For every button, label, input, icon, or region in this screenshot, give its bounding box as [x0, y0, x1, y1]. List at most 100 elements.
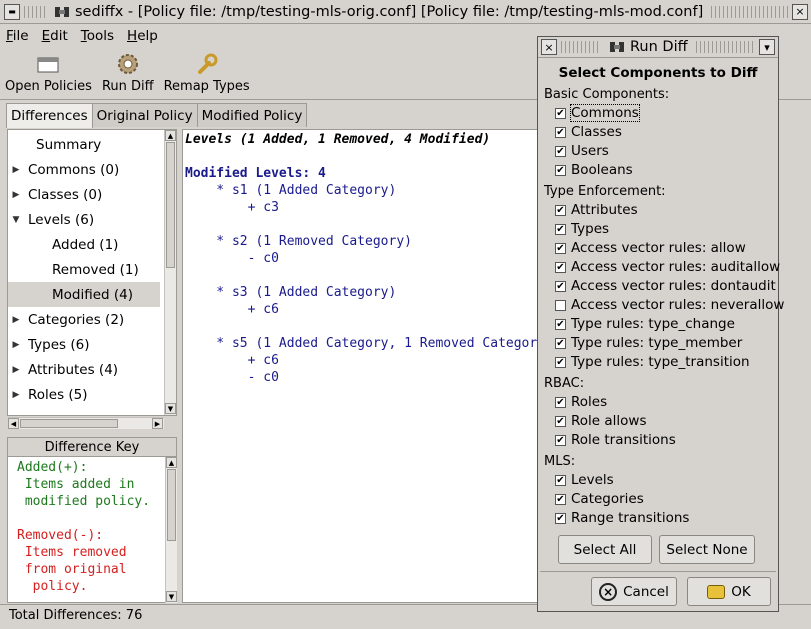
checkbox-checked-icon[interactable]: ✔	[555, 145, 566, 157]
window-titlebar[interactable]: ▬ sediffx - [Policy file: /tmp/testing-m…	[0, 0, 811, 24]
tree-item[interactable]: Added (1)	[8, 232, 160, 257]
remap-types-button[interactable]: Remap Types	[159, 49, 255, 97]
checkbox-checked-icon[interactable]: ✔	[555, 512, 566, 524]
collapsed-arrow-icon[interactable]: ▶	[10, 365, 22, 375]
tree-scroll-left-icon[interactable]: ◀	[8, 418, 19, 429]
key-scroll-up-icon[interactable]: ▲	[166, 457, 177, 468]
checkbox-checked-icon[interactable]: ✔	[555, 356, 566, 368]
cancel-button[interactable]: × Cancel	[591, 577, 677, 606]
tree-scroll-right-icon[interactable]: ▶	[152, 418, 163, 429]
section-label: MLS:	[544, 454, 576, 469]
select-all-button[interactable]: Select All	[558, 535, 652, 564]
tree-item[interactable]: ▶ Roles (5)	[8, 382, 160, 403]
window-menu-button[interactable]: ▬	[4, 3, 20, 20]
tree-item[interactable]: ▶ Classes (0)	[8, 182, 160, 207]
titlebar-grip-left	[24, 5, 46, 18]
tree-item[interactable]: Modified (4)	[8, 282, 160, 307]
checkbox-unchecked-icon[interactable]	[555, 299, 566, 311]
tree-scroll-thumb[interactable]	[166, 142, 175, 268]
component-checkbox[interactable]: ✔ Types	[555, 221, 609, 237]
tree-item[interactable]: ▶ Commons (0)	[8, 157, 160, 182]
expanded-arrow-icon[interactable]: ▼	[10, 215, 22, 225]
component-checkbox[interactable]: ✔ Roles	[555, 394, 607, 410]
checkbox-label: Access vector rules: neverallow	[571, 297, 785, 313]
dialog-minimize-button[interactable]: ▾	[759, 39, 775, 55]
run-diff-button[interactable]: Run Diff	[97, 49, 159, 97]
component-checkbox[interactable]: ✔ Role allows	[555, 413, 647, 429]
component-checkbox[interactable]: Access vector rules: neverallow	[555, 297, 784, 313]
checkbox-checked-icon[interactable]: ✔	[555, 396, 566, 408]
close-button[interactable]: ×	[792, 3, 808, 20]
checkbox-checked-icon[interactable]: ✔	[555, 223, 566, 235]
component-checkbox[interactable]: ✔ Access vector rules: auditallow	[555, 259, 780, 275]
tab-modified-policy[interactable]: Modified Policy	[196, 103, 308, 127]
component-checkbox[interactable]: ✔ Users	[555, 143, 609, 159]
tree-item[interactable]: ▶ Types (6)	[8, 332, 160, 357]
collapsed-arrow-icon[interactable]: ▶	[10, 315, 22, 325]
ok-button[interactable]: OK	[687, 577, 771, 606]
tab-differences[interactable]: Differences	[6, 103, 93, 128]
collapsed-arrow-icon[interactable]: ▶	[10, 390, 22, 400]
ok-label: OK	[731, 583, 751, 600]
collapsed-arrow-icon[interactable]: ▶	[10, 165, 22, 175]
tree-item[interactable]: Summary	[8, 132, 160, 157]
dialog-grip-left	[561, 41, 601, 53]
component-checkbox[interactable]: ✔ Range transitions	[555, 510, 689, 526]
component-checkbox[interactable]: ✔ Type rules: type_transition	[555, 354, 750, 370]
tree-scroll-down-icon[interactable]: ▼	[165, 403, 176, 414]
tree-item[interactable]: ▶ Attributes (4)	[8, 357, 160, 382]
checkbox-checked-icon[interactable]: ✔	[555, 107, 566, 119]
component-checkbox[interactable]: ✔ Classes	[555, 124, 622, 140]
component-checkbox[interactable]: ✔ Type rules: type_member	[555, 335, 742, 351]
component-checkbox[interactable]: ✔ Levels	[555, 472, 614, 488]
checkbox-checked-icon[interactable]: ✔	[555, 318, 566, 330]
dialog-close-button[interactable]: ×	[541, 39, 557, 55]
remap-types-label: Remap Types	[163, 79, 250, 94]
tree-item[interactable]: ▼ Levels (6)	[8, 207, 160, 232]
tree-item[interactable]: ▶ Categories (2)	[8, 307, 160, 332]
checkbox-checked-icon[interactable]: ✔	[555, 493, 566, 505]
checkbox-checked-icon[interactable]: ✔	[555, 415, 566, 427]
checkbox-checked-icon[interactable]: ✔	[555, 434, 566, 446]
checkbox-checked-icon[interactable]: ✔	[555, 337, 566, 349]
menu-help[interactable]: Help	[127, 28, 158, 44]
component-checkbox[interactable]: ✔ Commons	[555, 104, 640, 122]
checkbox-checked-icon[interactable]: ✔	[555, 164, 566, 176]
component-checkbox[interactable]: ✔ Type rules: type_change	[555, 316, 735, 332]
tree-item-label: Commons (0)	[28, 161, 120, 178]
tree-item[interactable]: Removed (1)	[8, 257, 160, 282]
checkbox-checked-icon[interactable]: ✔	[555, 261, 566, 273]
checkbox-checked-icon[interactable]: ✔	[555, 280, 566, 292]
open-policies-label: Open Policies	[5, 79, 92, 94]
tree-hscroll-thumb[interactable]	[20, 419, 118, 428]
checkbox-checked-icon[interactable]: ✔	[555, 242, 566, 254]
menu-file[interactable]: File	[6, 28, 29, 44]
tree-scroll-up-icon[interactable]: ▲	[165, 130, 176, 141]
collapsed-arrow-icon[interactable]: ▶	[10, 190, 22, 200]
tab-original-policy[interactable]: Original Policy	[91, 103, 198, 127]
dialog-titlebar[interactable]: × Run Diff ▾	[538, 37, 778, 58]
checkbox-checked-icon[interactable]: ✔	[555, 474, 566, 486]
component-checkbox[interactable]: ✔ Categories	[555, 491, 644, 507]
menu-tools[interactable]: Tools	[81, 28, 114, 44]
tree-vertical-scrollbar[interactable]: ▲ ▼	[164, 130, 176, 415]
key-vertical-scrollbar[interactable]: ▲ ▼	[165, 457, 177, 603]
open-policies-button[interactable]: Open Policies	[0, 49, 97, 97]
checkbox-checked-icon[interactable]: ✔	[555, 126, 566, 138]
component-checkbox[interactable]: ✔ Booleans	[555, 162, 633, 178]
component-checkbox[interactable]: ✔ Access vector rules: dontaudit	[555, 278, 776, 294]
dialog-app-icon	[610, 42, 624, 52]
difference-key-text: Added(+): Items added in modified policy…	[8, 457, 165, 602]
component-checkbox[interactable]: ✔ Role transitions	[555, 432, 676, 448]
menu-edit[interactable]: Edit	[42, 28, 68, 44]
dialog-grip-right	[695, 41, 755, 53]
key-scroll-down-icon[interactable]: ▼	[166, 591, 177, 602]
select-none-button[interactable]: Select None	[659, 535, 755, 564]
component-checkbox[interactable]: ✔ Attributes	[555, 202, 638, 218]
collapsed-arrow-icon[interactable]: ▶	[10, 340, 22, 350]
checkbox-checked-icon[interactable]: ✔	[555, 204, 566, 216]
component-checkbox[interactable]: ✔ Access vector rules: allow	[555, 240, 746, 256]
tree-horizontal-scrollbar[interactable]: ◀ ▶	[8, 417, 164, 429]
tree-item-label: Removed (1)	[52, 261, 139, 278]
key-scroll-thumb[interactable]	[167, 469, 176, 541]
